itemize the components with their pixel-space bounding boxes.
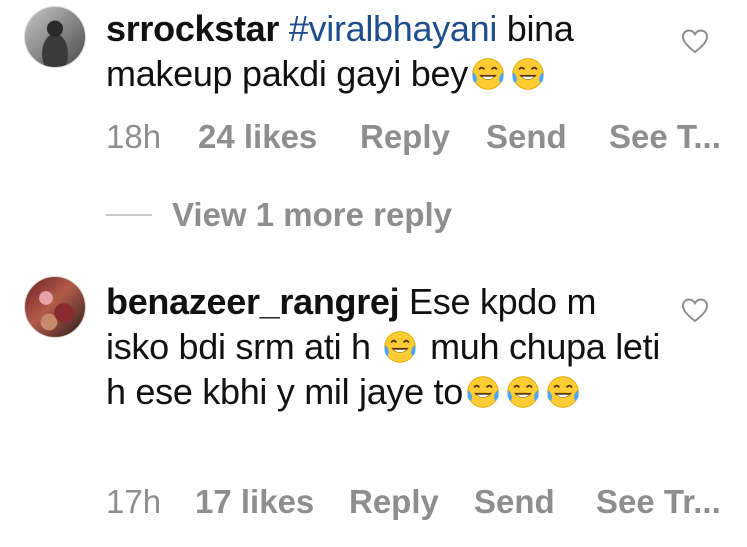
view-more-replies[interactable]: View 1 more reply (106, 195, 452, 235)
avatar-srrockstar[interactable] (24, 6, 86, 68)
heart-icon[interactable] (681, 297, 709, 323)
comment-2-username[interactable]: benazeer_rangrej (106, 281, 400, 322)
laughing-emoji (467, 376, 499, 408)
comment-1-username[interactable]: srrockstar (106, 8, 279, 49)
laughing-emoji (472, 58, 504, 90)
comment-2-see-translation[interactable]: See Tr... (596, 482, 721, 522)
comment-1-time: 18h (106, 118, 162, 155)
comment-2-time: 17h (106, 483, 162, 520)
reply-divider-line (106, 214, 152, 216)
comments-screen: srrockstar #viralbhayani bina makeup pak… (0, 0, 747, 547)
laughing-emoji (507, 376, 539, 408)
comment-1-meta: 18h 24 likes Reply Send See T... (106, 117, 733, 157)
comment-2-send-button[interactable]: Send (474, 482, 555, 522)
comment-2-meta: 17h 17 likes Reply Send See Tr... (106, 482, 733, 522)
comment-1-send-button[interactable]: Send (486, 117, 567, 157)
comment-1-likes[interactable]: 24 likes (198, 117, 317, 157)
comment-2: benazeer_rangrej Ese kpdo m isko bdi srm… (106, 279, 666, 414)
heart-icon[interactable] (681, 28, 709, 54)
comment-1: srrockstar #viralbhayani bina makeup pak… (106, 6, 666, 96)
view-more-replies-label: View 1 more reply (172, 196, 453, 233)
comment-2-reply-button[interactable]: Reply (349, 482, 439, 522)
laughing-emoji (547, 376, 579, 408)
comment-1-hashtag[interactable]: #viralbhayani (289, 8, 498, 49)
comment-2-likes[interactable]: 17 likes (195, 482, 314, 522)
laughing-emoji (384, 331, 417, 363)
comment-1-see-translation[interactable]: See T... (609, 117, 721, 157)
comment-1-reply-button[interactable]: Reply (360, 117, 450, 157)
avatar-benazeer[interactable] (24, 276, 86, 338)
laughing-emoji (512, 58, 544, 90)
